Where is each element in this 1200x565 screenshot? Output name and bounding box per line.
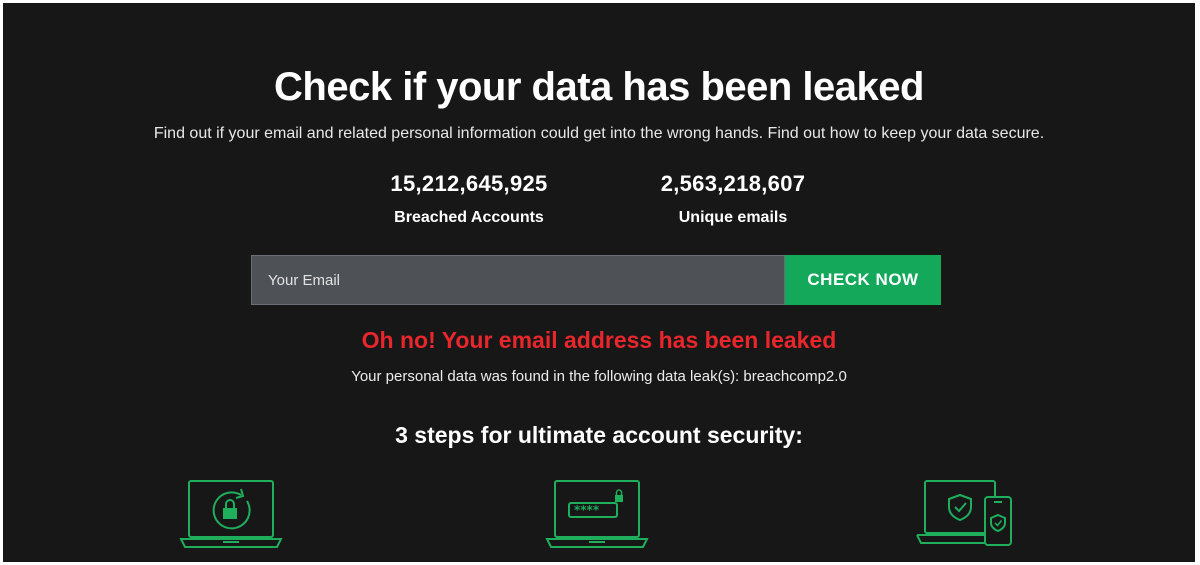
page-frame: Check if your data has been leaked Find … xyxy=(3,3,1195,562)
page-subtitle: Find out if your email and related perso… xyxy=(153,125,1045,142)
laptop-password-icon: **** xyxy=(543,477,651,551)
stat-breached-accounts: 15,212,645,925 Breached Accounts xyxy=(349,171,589,227)
stat-label: Breached Accounts xyxy=(394,209,544,226)
laptop-phone-shield-icon xyxy=(915,477,1023,551)
steps-heading: 3 steps for ultimate account security: xyxy=(395,422,803,448)
email-input[interactable] xyxy=(251,255,785,305)
stat-unique-emails: 2,563,218,607 Unique emails xyxy=(613,171,853,227)
stat-value: 15,212,645,925 xyxy=(390,171,548,196)
leak-details: Your personal data was found in the foll… xyxy=(351,368,847,385)
stat-value: 2,563,218,607 xyxy=(660,171,806,196)
page-title: Check if your data has been leaked xyxy=(274,65,924,109)
check-now-button[interactable]: CHECK NOW xyxy=(785,255,941,305)
laptop-lock-refresh-icon xyxy=(177,477,285,551)
svg-text:****: **** xyxy=(574,503,600,517)
leak-alert-message: Oh no! Your email address has been leake… xyxy=(361,327,837,353)
stat-label: Unique emails xyxy=(678,209,788,226)
email-check-form: CHECK NOW xyxy=(251,255,941,305)
